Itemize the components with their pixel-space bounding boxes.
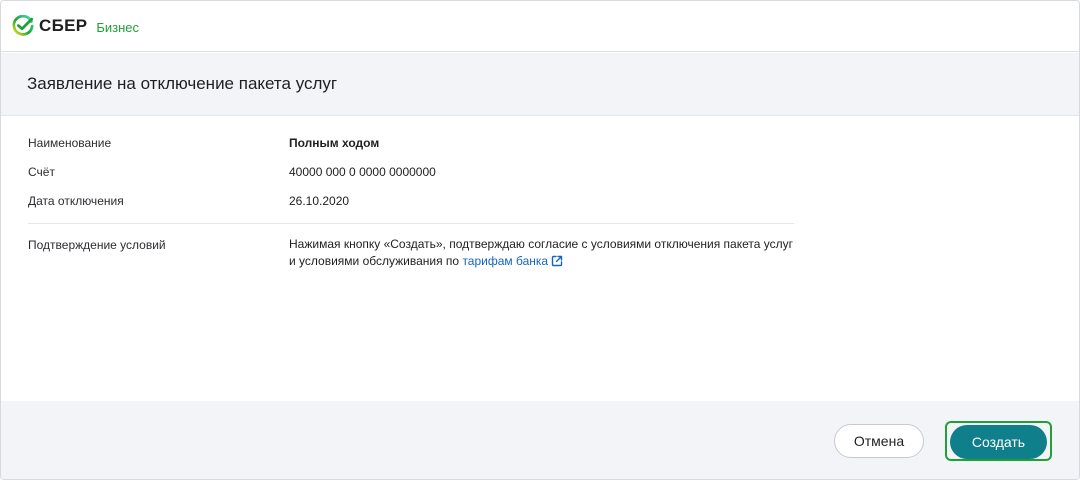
account-value: 40000 000 0 0000 0000000 bbox=[289, 165, 436, 179]
logo-product-text: Бизнес bbox=[96, 19, 140, 35]
application-window: СБЕР Бизнес Заявление на отключение паке… bbox=[0, 0, 1080, 480]
section-divider bbox=[28, 223, 794, 224]
detail-row-name: Наименование Полным ходом bbox=[28, 134, 794, 152]
logo-brand-text: СБЕР bbox=[39, 16, 88, 35]
detail-row-date: Дата отключения 26.10.2020 bbox=[28, 192, 794, 210]
tariffs-link[interactable]: тарифам банка bbox=[462, 254, 563, 268]
page-title: Заявление на отключение пакета услуг bbox=[27, 74, 338, 93]
action-footer: Отмена Создать bbox=[1, 401, 1079, 479]
title-band: Заявление на отключение пакета услуг bbox=[1, 53, 1079, 116]
external-link-icon bbox=[551, 255, 563, 267]
details-section: Наименование Полным ходом Счёт 40000 000… bbox=[1, 117, 1079, 401]
top-bar: СБЕР Бизнес bbox=[1, 1, 1079, 52]
create-button[interactable]: Создать bbox=[950, 425, 1047, 459]
cancel-button[interactable]: Отмена bbox=[834, 424, 924, 458]
sber-logo-icon bbox=[12, 15, 34, 36]
tariffs-link-label: тарифам банка bbox=[462, 254, 549, 268]
confirmation-label: Подтверждение условий bbox=[28, 238, 166, 252]
detail-row-account: Счёт 40000 000 0 0000 0000000 bbox=[28, 163, 794, 181]
detail-row-confirmation: Подтверждение условий Нажимая кнопку «Со… bbox=[28, 236, 794, 270]
name-value: Полным ходом bbox=[289, 136, 380, 150]
confirmation-text: Нажимая кнопку «Создать», подтверждаю со… bbox=[289, 236, 794, 270]
sber-business-logo[interactable]: СБЕР Бизнес bbox=[12, 15, 139, 37]
date-label: Дата отключения bbox=[28, 194, 124, 208]
account-label: Счёт bbox=[28, 165, 55, 179]
create-button-focus-ring: Создать bbox=[945, 421, 1052, 461]
name-label: Наименование bbox=[28, 136, 112, 150]
date-value: 26.10.2020 bbox=[289, 194, 350, 208]
